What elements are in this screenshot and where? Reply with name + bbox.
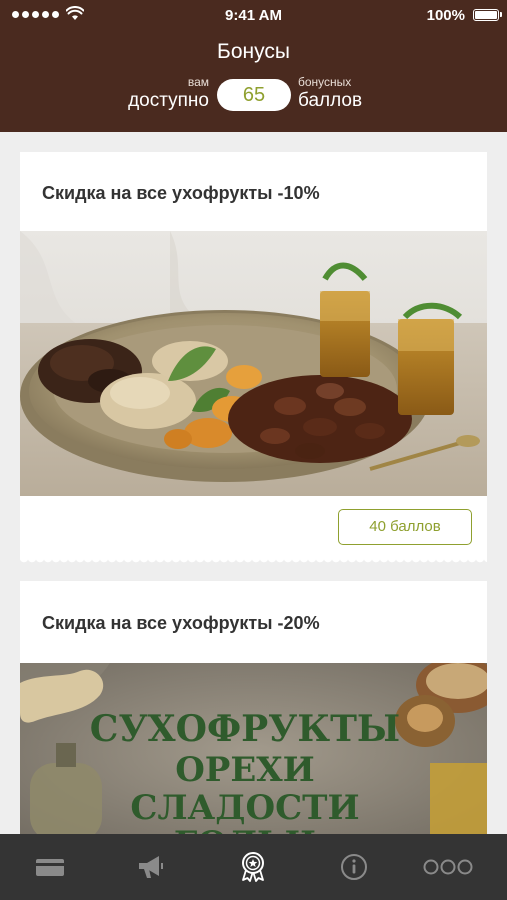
offer-image-nuts-banner: СУХОФРУКТЫ ОРЕХИ СЛАДОСТИ ГОЛЬЧ bbox=[20, 663, 487, 841]
bonus-points-big: баллов bbox=[298, 90, 363, 111]
card-icon bbox=[36, 859, 64, 876]
bonus-available-label: вам доступно bbox=[128, 76, 209, 110]
status-bar: 9:41 AM 100% bbox=[0, 0, 507, 30]
header: 9:41 AM 100% Бонусы вам доступно 65 бону… bbox=[0, 0, 507, 132]
offer-title: Скидка на все ухофрукты -20% bbox=[42, 613, 320, 633]
more-icon bbox=[423, 859, 473, 875]
bottom-tab-bar bbox=[0, 834, 507, 900]
redeem-points-button[interactable]: 40 баллов bbox=[338, 509, 472, 545]
tab-cards[interactable] bbox=[32, 852, 68, 882]
tab-news[interactable] bbox=[132, 852, 168, 882]
info-icon bbox=[341, 854, 367, 880]
tab-more[interactable] bbox=[422, 852, 474, 882]
offer-card[interactable]: Скидка на все ухофрукты -10% 40 баллов bbox=[20, 152, 487, 564]
megaphone-icon bbox=[139, 856, 163, 878]
banner-line-3: СЛАДОСТИ bbox=[130, 788, 359, 828]
page-title: Бонусы bbox=[217, 40, 290, 63]
bonus-available-small: вам bbox=[187, 75, 209, 89]
bonus-points-value: 65 bbox=[217, 79, 291, 111]
banner-line-1: СУХОФРУКТЫ bbox=[90, 708, 400, 750]
bonus-available-big: доступно bbox=[128, 90, 209, 111]
award-icon bbox=[242, 852, 264, 882]
banner-line-2: ОРЕХИ bbox=[175, 750, 315, 790]
bonus-points-small: бонусных bbox=[298, 75, 352, 89]
battery-icon bbox=[473, 9, 502, 21]
torn-edge-divider bbox=[20, 558, 487, 564]
battery-percentage: 100% bbox=[426, 7, 465, 24]
offer-image-dried-fruits bbox=[20, 231, 487, 496]
offer-card[interactable]: Скидка на все ухофрукты -20% СУХОФРУКТЫ … bbox=[20, 581, 487, 841]
offer-title: Скидка на все ухофрукты -10% bbox=[42, 183, 320, 203]
bonus-points-label: бонусных баллов bbox=[298, 76, 362, 110]
bonus-balance: вам доступно 65 бонусных баллов bbox=[0, 76, 507, 112]
tab-bonuses[interactable] bbox=[235, 852, 271, 882]
tab-info[interactable] bbox=[336, 852, 372, 882]
